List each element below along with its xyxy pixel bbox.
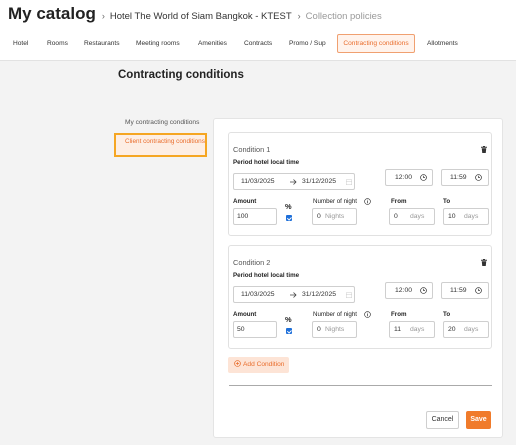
nights-input[interactable]: 0 Nights (312, 208, 357, 225)
to-days-unit: days (464, 213, 479, 220)
nights-value: 0 (317, 213, 321, 220)
plus-circle-icon (234, 360, 241, 367)
amount-label: Amount (233, 311, 257, 318)
amount-value: 100 (237, 213, 249, 220)
nights-value: 0 (317, 326, 321, 333)
end-date: 31/12/2025 (302, 178, 337, 185)
tab-promo-sup[interactable]: Promo / Sup (289, 34, 326, 53)
percent-label: % (285, 315, 292, 324)
percent-checkbox[interactable] (286, 215, 292, 221)
amount-input[interactable]: 50 (233, 321, 277, 338)
tab-amenities[interactable]: Amenities (198, 34, 227, 53)
tab-allotments[interactable]: Allotments (427, 34, 458, 53)
start-date: 11/03/2025 (241, 178, 275, 185)
nights-input[interactable]: 0 Nights (312, 321, 357, 338)
info-icon[interactable] (364, 198, 371, 205)
info-icon[interactable] (364, 311, 371, 318)
divider (229, 385, 492, 386)
amount-value: 50 (237, 326, 245, 333)
side-item-client-conditions-label: Client contracting conditions (125, 138, 205, 145)
to-label: To (443, 198, 451, 205)
from-days-input[interactable]: 11 days (389, 321, 435, 338)
from-days-value: 0 (394, 213, 398, 220)
end-time-input[interactable]: 11:59 (441, 282, 489, 299)
breadcrumb-hotel[interactable]: Hotel The World of Siam Bangkok - KTEST (110, 11, 292, 22)
breadcrumb: My catalog › Hotel The World of Siam Ban… (8, 4, 382, 24)
nights-label: Number of night (313, 311, 358, 318)
condition-card: Condition 2 Period hotel local time 11/0… (228, 245, 492, 349)
tab-hotel[interactable]: Hotel (13, 34, 28, 53)
from-label: From (391, 311, 407, 318)
trash-icon[interactable] (481, 259, 487, 266)
to-label: To (443, 311, 451, 318)
tab-contracts[interactable]: Contracts (244, 34, 272, 53)
breadcrumb-separator: › (297, 11, 301, 21)
amount-label: Amount (233, 198, 257, 205)
breadcrumb-separator: › (101, 11, 105, 21)
add-condition-button[interactable]: Add Condition (228, 357, 289, 373)
tab-contracting-conditions[interactable]: Contracting conditions (337, 34, 415, 53)
date-range-picker[interactable]: 11/03/2025 31/12/2025 (233, 173, 355, 190)
end-date: 31/12/2025 (302, 291, 337, 298)
arrow-right-icon (290, 179, 297, 185)
from-days-unit: days (410, 213, 425, 220)
save-button[interactable]: Save (466, 411, 491, 429)
breadcrumb-policies: Collection policies (305, 11, 382, 22)
nights-unit: Nights (325, 213, 345, 220)
percent-label: % (285, 202, 292, 211)
start-time: 12:00 (395, 174, 413, 181)
end-time: 11:59 (450, 174, 467, 181)
calendar-icon (346, 292, 352, 298)
clock-icon (475, 174, 482, 181)
breadcrumb-catalog[interactable]: My catalog (8, 4, 96, 24)
tab-rooms[interactable]: Rooms (47, 34, 68, 53)
from-days-unit: days (410, 326, 425, 333)
arrow-right-icon (290, 292, 297, 298)
to-days-value: 20 (448, 326, 456, 333)
to-days-value: 10 (448, 213, 456, 220)
nights-label: Number of night (313, 198, 358, 205)
period-label: Period hotel local time (233, 159, 300, 166)
add-condition-label: Add Condition (243, 361, 285, 368)
percent-checkbox[interactable] (286, 328, 292, 334)
from-label: From (391, 198, 407, 205)
clock-icon (420, 174, 427, 181)
page-title: Contracting conditions (118, 69, 244, 81)
from-days-input[interactable]: 0 days (389, 208, 435, 225)
to-days-input[interactable]: 10 days (443, 208, 489, 225)
trash-icon[interactable] (481, 146, 487, 153)
clock-icon (420, 287, 427, 294)
tab-meeting-rooms[interactable]: Meeting rooms (136, 34, 180, 53)
calendar-icon (346, 179, 352, 185)
start-time-input[interactable]: 12:00 (385, 282, 433, 299)
start-time-input[interactable]: 12:00 (385, 169, 433, 186)
nights-unit: Nights (325, 326, 345, 333)
tab-restaurants[interactable]: Restaurants (84, 34, 120, 53)
to-days-unit: days (464, 326, 479, 333)
top-header: My catalog › Hotel The World of Siam Ban… (0, 0, 516, 61)
start-date: 11/03/2025 (241, 291, 275, 298)
condition-title: Condition 1 (233, 145, 271, 154)
date-range-picker[interactable]: 11/03/2025 31/12/2025 (233, 286, 355, 303)
period-label: Period hotel local time (233, 272, 300, 279)
end-time: 11:59 (450, 287, 467, 294)
clock-icon (475, 287, 482, 294)
side-item-my-conditions[interactable]: My contracting conditions (125, 119, 199, 127)
start-time: 12:00 (395, 287, 413, 294)
condition-card: Condition 1 Period hotel local time 11/0… (228, 132, 492, 236)
end-time-input[interactable]: 11:59 (441, 169, 489, 186)
side-item-client-conditions[interactable]: Client contracting conditions (114, 133, 207, 157)
from-days-value: 11 (394, 326, 402, 333)
amount-input[interactable]: 100 (233, 208, 277, 225)
cancel-button[interactable]: Cancel (426, 411, 459, 429)
condition-title: Condition 2 (233, 258, 271, 267)
to-days-input[interactable]: 20 days (443, 321, 489, 338)
